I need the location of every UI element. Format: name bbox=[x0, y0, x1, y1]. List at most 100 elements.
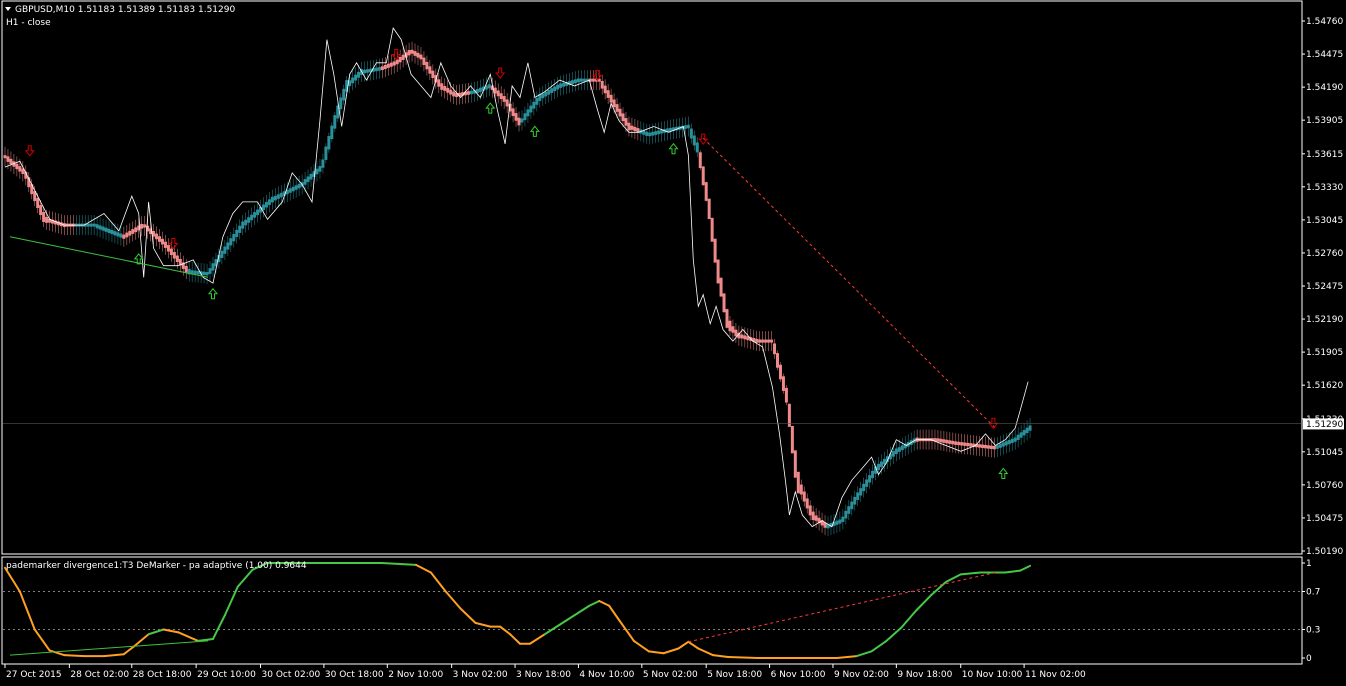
bar-body bbox=[288, 188, 292, 193]
bar-body bbox=[184, 265, 188, 273]
time-tick-label: 9 Nov 18:00 bbox=[897, 670, 952, 680]
bar-body bbox=[1007, 439, 1011, 445]
bar-body bbox=[633, 126, 637, 132]
indicator-segment bbox=[726, 656, 759, 659]
bar-body bbox=[894, 448, 898, 455]
bar-body bbox=[270, 196, 274, 203]
price-tick-label: 1.53330 bbox=[1306, 183, 1343, 193]
bar-body bbox=[374, 67, 378, 72]
bar-body bbox=[95, 224, 99, 229]
time-tick-label: 29 Oct 10:00 bbox=[197, 670, 256, 680]
bar-body bbox=[740, 334, 744, 339]
bar-body bbox=[850, 501, 854, 510]
bar-body bbox=[363, 69, 367, 74]
time-tick-label: 30 Oct 02:00 bbox=[262, 670, 321, 680]
bar-body bbox=[847, 506, 851, 514]
bar-body bbox=[939, 438, 943, 443]
bar-body bbox=[856, 492, 860, 500]
bar-body bbox=[743, 335, 747, 340]
bar-body bbox=[609, 94, 613, 103]
bar-body bbox=[556, 84, 560, 90]
bar-body bbox=[18, 166, 22, 172]
bar-body bbox=[309, 173, 313, 180]
bar-body bbox=[119, 233, 123, 238]
bar-body bbox=[945, 439, 949, 444]
bar-body bbox=[229, 238, 233, 246]
bar-body bbox=[1025, 427, 1029, 434]
bar-body bbox=[799, 484, 803, 495]
bar-body bbox=[190, 270, 194, 274]
bar-body bbox=[695, 142, 699, 153]
bar-body bbox=[389, 62, 393, 67]
bar-body bbox=[713, 238, 717, 263]
bar-body bbox=[698, 152, 702, 169]
bar-body bbox=[692, 135, 696, 146]
bar-body bbox=[143, 224, 147, 228]
bar-body bbox=[716, 259, 720, 284]
indicator-label: pademarker divergence1:T3 DeMarker - pa … bbox=[6, 561, 307, 571]
bar-body bbox=[728, 320, 732, 332]
bar-body bbox=[511, 108, 515, 117]
time-tick-label: 27 Oct 2015 bbox=[6, 670, 62, 680]
bar-body bbox=[416, 52, 420, 58]
bar-body bbox=[297, 183, 301, 189]
bar-body bbox=[175, 255, 179, 262]
bar-body bbox=[969, 443, 973, 447]
bar-body bbox=[764, 339, 768, 343]
indicator-tick-label: 1 bbox=[1306, 559, 1312, 569]
mt4-chart-window[interactable]: 1.54760 1.54475 1.54190 1.53905 1.53615 1.533… bbox=[0, 0, 1346, 682]
bar-body bbox=[767, 339, 771, 343]
bar-body bbox=[796, 471, 800, 494]
indicator-tick-label: 0.3 bbox=[1306, 626, 1320, 636]
time-tick-label: 5 Nov 02:00 bbox=[643, 670, 698, 680]
bar-body bbox=[169, 248, 173, 256]
bar-body bbox=[576, 78, 580, 83]
chart-canvas[interactable]: 1.54760 1.54475 1.54190 1.53905 1.53615 1.533… bbox=[0, 0, 1346, 682]
indicator-segment bbox=[63, 654, 86, 658]
bar-body bbox=[39, 205, 43, 216]
bar-body bbox=[606, 90, 610, 98]
bar-body bbox=[704, 182, 708, 201]
price-tick-label: 1.52760 bbox=[1306, 249, 1343, 259]
bar-body bbox=[689, 128, 693, 139]
price-tick-label: 1.50475 bbox=[1306, 514, 1343, 524]
bar-body bbox=[1010, 438, 1014, 443]
bar-body bbox=[226, 242, 230, 250]
bar-body bbox=[523, 113, 527, 121]
bar-body bbox=[630, 125, 634, 130]
price-tick-label: 1.51905 bbox=[1306, 348, 1343, 358]
bar-body bbox=[163, 241, 167, 248]
bar-body bbox=[960, 442, 964, 446]
price-tick-label: 1.53045 bbox=[1306, 216, 1343, 226]
bar-body bbox=[449, 89, 453, 95]
bar-body bbox=[877, 463, 881, 471]
bar-body bbox=[339, 97, 343, 110]
bar-body bbox=[734, 329, 738, 337]
bar-body bbox=[140, 223, 144, 229]
bar-body bbox=[342, 88, 346, 101]
price-tick-label: 1.52475 bbox=[1306, 282, 1343, 292]
bar-body bbox=[496, 90, 500, 97]
bar-body bbox=[1022, 430, 1026, 436]
bar-body bbox=[835, 520, 839, 525]
bar-body bbox=[778, 364, 782, 380]
bar-body bbox=[995, 445, 999, 449]
price-tick-label: 1.54190 bbox=[1306, 83, 1343, 93]
bar-body bbox=[107, 228, 111, 233]
bar-body bbox=[998, 443, 1002, 448]
bar-body bbox=[264, 201, 268, 208]
bar-body bbox=[722, 293, 726, 313]
bar-body bbox=[992, 445, 996, 450]
bar-body bbox=[505, 99, 509, 107]
symbol-info: GBPUSD,M10 1.51183 1.51389 1.51183 1.512… bbox=[15, 5, 235, 15]
bar-body bbox=[128, 230, 132, 236]
time-tick-label: 9 Nov 02:00 bbox=[834, 670, 889, 680]
bar-body bbox=[573, 79, 577, 84]
bar-body bbox=[951, 440, 955, 445]
bar-body bbox=[648, 132, 652, 137]
bar-body bbox=[1016, 434, 1020, 441]
bar-body bbox=[401, 54, 405, 60]
bar-body bbox=[1004, 441, 1008, 446]
bar-body bbox=[431, 70, 435, 79]
bar-body bbox=[383, 64, 387, 70]
